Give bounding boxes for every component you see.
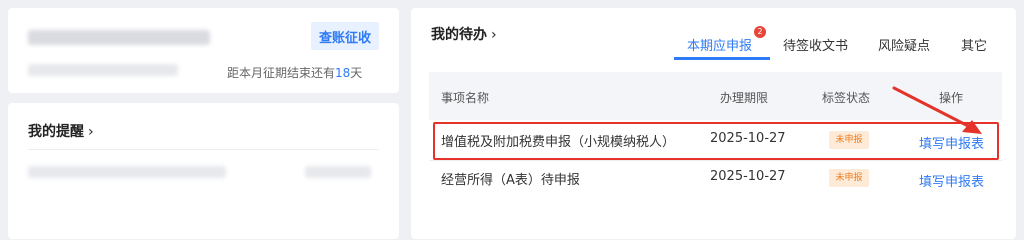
active-tab-underline (674, 57, 770, 60)
blurred-reminder-date (305, 166, 371, 178)
chevron-right-icon: › (491, 27, 497, 43)
column-header-status: 标签状态 (822, 91, 871, 105)
deadline-days: 18 (335, 66, 351, 80)
divider (28, 149, 379, 150)
chevron-right-icon: › (88, 124, 94, 140)
deadline-info: 距本月征期结束还有18天 (227, 64, 362, 81)
tab-pending-documents[interactable]: 待签收文书 (783, 35, 848, 54)
tab-risk-doubts[interactable]: 风险疑点 (878, 35, 930, 54)
deadline-prefix: 距本月征期结束还有 (227, 66, 336, 80)
column-header-name: 事项名称 (441, 91, 490, 105)
row-2-fill-form-link[interactable]: 填写申报表 (919, 171, 984, 190)
reminders-title-text: 我的提醒 (28, 124, 84, 140)
tab-current-declaration[interactable]: 本期应申报 (687, 35, 752, 54)
blurred-tax-id (28, 64, 178, 76)
row-divider (429, 160, 1002, 161)
blurred-company-name (28, 30, 210, 45)
row-2-status-badge: 未申报 (829, 169, 869, 187)
column-header-deadline: 办理期限 (720, 91, 769, 105)
blurred-reminder-text (28, 166, 226, 178)
annotation-arrow (892, 86, 982, 134)
row-2-name: 经营所得（A表）待申报 (441, 173, 580, 188)
tab-other[interactable]: 其它 (961, 35, 987, 54)
check-account-levy-button[interactable]: 查账征收 (311, 22, 379, 50)
row-2-deadline: 2025-10-27 (710, 169, 786, 184)
deadline-suffix: 天 (350, 66, 363, 80)
reminders-title[interactable]: 我的提醒 › (28, 121, 94, 141)
todo-title-text: 我的待办 (431, 27, 487, 43)
todo-title[interactable]: 我的待办 › (431, 24, 497, 44)
todo-count-badge: 2 (754, 26, 766, 38)
